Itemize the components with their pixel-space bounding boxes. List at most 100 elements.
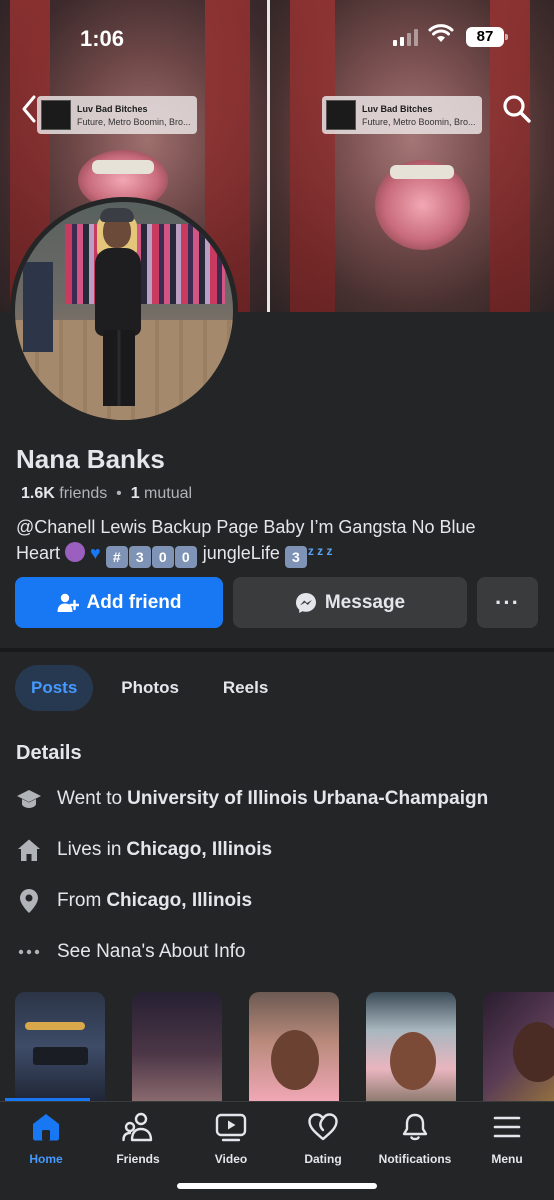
- graduation-cap-icon: [16, 786, 42, 812]
- zzz-icon: z z z: [307, 544, 333, 558]
- photo-thumbnail[interactable]: [15, 992, 105, 1102]
- home-icon: [33, 1114, 59, 1141]
- friends-icon: [122, 1112, 153, 1142]
- lives-value: Chicago, Illinois: [126, 839, 273, 860]
- figure-hat: [100, 208, 134, 222]
- from-prefix: From: [57, 890, 102, 911]
- add-friend-button[interactable]: Add friend: [15, 577, 223, 628]
- dating-heart-icon: [308, 1113, 338, 1141]
- more-icon: ···: [495, 589, 520, 615]
- nav-dating-label: Dating: [304, 1152, 342, 1166]
- cellular-signal-icon: [393, 28, 418, 46]
- music-title: Luv Bad Bitches: [77, 103, 148, 114]
- photo-thumbnail[interactable]: [249, 992, 339, 1102]
- cover-teeth: [92, 160, 154, 174]
- music-title: Luv Bad Bitches: [362, 103, 433, 114]
- blue-heart-icon: ♥: [90, 543, 101, 563]
- profile-avatar[interactable]: [10, 197, 238, 425]
- bio-line-2: Heart ♥ #3 0 0 jungleLife 3z z z: [16, 539, 536, 568]
- nav-video[interactable]: Video: [181, 1112, 281, 1166]
- details-heading: Details: [16, 742, 82, 764]
- detail-education[interactable]: Went to University of Illinois Urbana-Ch…: [16, 784, 488, 814]
- education-prefix: Went to: [57, 788, 123, 809]
- education-value: University of Illinois Urbana-Champaign: [127, 788, 489, 809]
- nav-friends-label: Friends: [116, 1152, 160, 1166]
- nav-menu-label: Menu: [491, 1152, 523, 1166]
- tab-photos[interactable]: Photos: [105, 665, 195, 711]
- mutual-label: mutual: [144, 485, 193, 502]
- profile-name: Nana Banks: [16, 444, 165, 474]
- battery-indicator: 87: [466, 27, 508, 47]
- detail-lives[interactable]: Lives in Chicago, Illinois: [16, 835, 272, 865]
- section-divider: [0, 648, 554, 652]
- from-value: Chicago, Illinois: [106, 890, 253, 911]
- location-pin-icon: [16, 888, 42, 914]
- music-artists: Future, Metro Boomin, Bro...: [362, 116, 476, 127]
- friends-label: friends: [59, 485, 108, 502]
- tab-posts[interactable]: Posts: [15, 665, 94, 711]
- person-gesturing-emoji-icon: [65, 542, 86, 562]
- album-art: [41, 100, 71, 130]
- home-indicator-bar: [177, 1183, 377, 1189]
- add-friend-icon: [57, 593, 79, 612]
- detail-from[interactable]: From Chicago, Illinois: [16, 886, 252, 916]
- nav-notifications-label: Notifications: [378, 1152, 452, 1166]
- photo-face: [513, 1022, 554, 1082]
- profile-bio: @Chanell Lewis Backup Page Baby I’m Gang…: [16, 515, 536, 568]
- figure-legs: [103, 330, 135, 406]
- keycap-hash-icon: #: [105, 546, 128, 568]
- nav-home-label: Home: [29, 1152, 63, 1166]
- search-icon[interactable]: [502, 94, 532, 129]
- keycap-0-icon: 0: [174, 546, 197, 568]
- profile-photo: [15, 202, 233, 420]
- message-button[interactable]: Message: [233, 577, 467, 628]
- friends-count: 1.6K: [21, 485, 55, 502]
- tab-reels[interactable]: Reels: [207, 665, 284, 711]
- album-art: [326, 100, 356, 130]
- lives-prefix: Lives in: [57, 839, 122, 860]
- nav-notifications[interactable]: Notifications: [365, 1112, 465, 1166]
- photo-thumbnail[interactable]: [483, 992, 554, 1102]
- nav-friends[interactable]: Friends: [88, 1112, 188, 1166]
- photo-thumbnail[interactable]: [366, 992, 456, 1102]
- see-about-info-link[interactable]: See Nana's About Info: [16, 937, 246, 967]
- photo-object: [33, 1047, 88, 1065]
- about-info-label: See Nana's About Info: [57, 941, 246, 962]
- music-tag-right[interactable]: Luv Bad Bitches Future, Metro Boomin, Br…: [322, 96, 482, 134]
- status-time: 1:06: [80, 26, 125, 51]
- nav-home[interactable]: Home: [0, 1112, 96, 1166]
- cover-teeth-2: [390, 165, 454, 179]
- keycap-3-icon: 3: [128, 546, 151, 568]
- back-button[interactable]: [20, 94, 38, 129]
- photo-lights: [25, 1022, 85, 1030]
- more-options-button[interactable]: ···: [477, 577, 538, 628]
- video-icon: [215, 1113, 247, 1142]
- nav-video-label: Video: [214, 1152, 248, 1166]
- music-artists: Future, Metro Boomin, Bro...: [77, 116, 191, 127]
- menu-hamburger-icon: [493, 1116, 521, 1138]
- profile-tabs: Posts Photos Reels: [15, 665, 296, 711]
- dot-separator: •: [111, 485, 127, 502]
- nav-menu[interactable]: Menu: [457, 1112, 554, 1166]
- keycap-3-icon: 3: [284, 546, 307, 568]
- bio-line-1: @Chanell Lewis Backup Page Baby I’m Gang…: [16, 517, 476, 537]
- messenger-icon: [295, 592, 316, 613]
- home-icon: [16, 837, 42, 863]
- bio-jungle-word: jungleLife: [202, 543, 280, 563]
- bio-heart-word: Heart: [16, 543, 61, 563]
- nav-dating[interactable]: Dating: [273, 1112, 373, 1166]
- bell-icon: [402, 1113, 428, 1141]
- clothing-racks: [65, 224, 225, 304]
- figure-body: [95, 248, 141, 336]
- more-dots-icon: [16, 939, 42, 965]
- wifi-icon: [428, 24, 454, 49]
- profile-stats[interactable]: 1.6K friends • 1 mutual: [21, 485, 192, 503]
- keycap-0-icon: 0: [151, 546, 174, 568]
- message-label: Message: [324, 591, 406, 613]
- photo-thumbnail[interactable]: [132, 992, 222, 1102]
- photos-strip: [15, 992, 554, 1102]
- photo-face: [271, 1030, 319, 1090]
- photo-face: [390, 1032, 436, 1090]
- music-tag-left[interactable]: Luv Bad Bitches Future, Metro Boomin, Br…: [37, 96, 197, 134]
- status-bar: 1:06 87: [0, 0, 554, 76]
